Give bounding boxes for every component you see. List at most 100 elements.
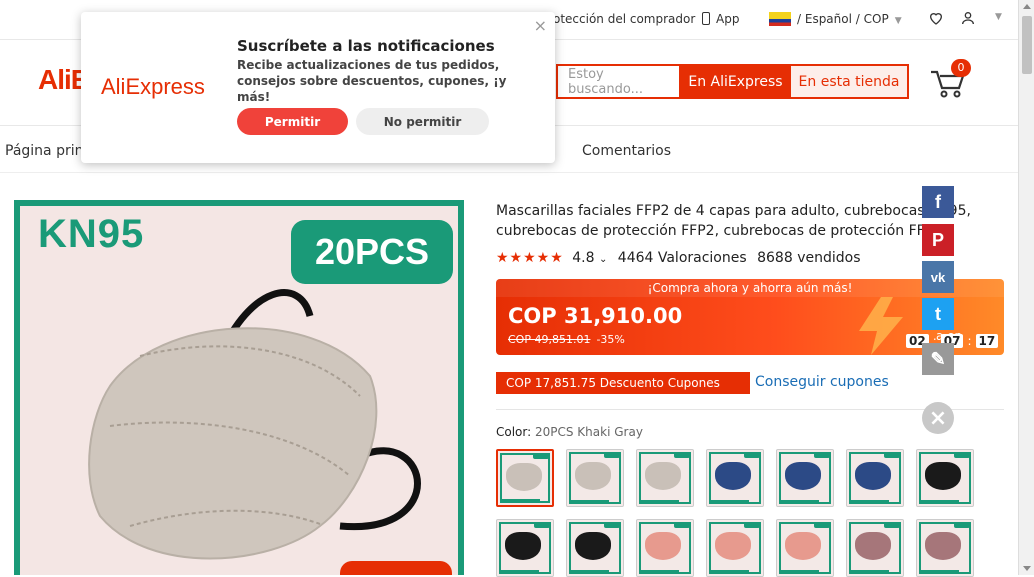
chevron-down-icon: ▼: [894, 16, 902, 26]
swatch-mask-thumbnail: [645, 532, 681, 560]
color-selected-value: 20PCS Khaki Gray: [534, 425, 643, 439]
image-red-tag: [340, 561, 452, 575]
twitter-share-icon[interactable]: t: [922, 298, 954, 330]
account-user-icon[interactable]: [960, 10, 976, 29]
swatch-pcs-badge: [604, 522, 620, 528]
image-kn95-label: KN95: [38, 212, 145, 256]
swatch-mask-thumbnail: [505, 532, 541, 560]
color-swatch[interactable]: [776, 449, 834, 507]
nav-reviews[interactable]: Comentarios: [582, 143, 671, 159]
swatch-mask-thumbnail: [715, 462, 751, 490]
swatch-mask-thumbnail: [645, 462, 681, 490]
popup-aliexpress-logo: AliExpress: [101, 74, 205, 99]
color-swatch[interactable]: [846, 449, 904, 507]
swatch-bottom-strip: [849, 570, 889, 574]
swatch-mask-thumbnail: [855, 462, 891, 490]
color-swatch[interactable]: [636, 449, 694, 507]
cart-count-badge: 0: [951, 59, 971, 77]
popup-close-icon[interactable]: ×: [534, 16, 547, 35]
sold-count: 8688 vendidos: [757, 250, 861, 266]
coupon-badge: COP 17,851.75 Descuento Cupones para ti: [496, 372, 750, 412]
facebook-share-icon[interactable]: f: [922, 186, 954, 218]
app-label: App: [716, 12, 740, 26]
scroll-thumb[interactable]: [1022, 16, 1032, 74]
swatch-pcs-badge: [884, 452, 900, 458]
pinterest-share-icon[interactable]: P: [922, 224, 954, 256]
rating-value[interactable]: 4.8: [572, 250, 594, 266]
colombia-flag-icon: [769, 12, 791, 26]
rating-row: ★★★★★ 4.8 ⌄ 4464 Valoraciones 8688 vendi…: [496, 250, 860, 266]
lightning-bolt-icon: [859, 297, 903, 355]
swatch-pcs-badge: [814, 522, 830, 528]
account-chevron-down-icon[interactable]: ▼: [995, 12, 1002, 22]
locale-selector[interactable]: / Español / COP ▼: [769, 12, 902, 26]
get-coupons-link[interactable]: Conseguir cupones: [755, 374, 889, 390]
swatch-bottom-strip: [569, 500, 609, 504]
swatch-bottom-strip: [919, 570, 959, 574]
edit-pencil-icon[interactable]: ✎: [922, 343, 954, 375]
swatch-pcs-badge: [674, 452, 690, 458]
mask-illustration: [88, 289, 421, 560]
swatch-bottom-strip: [709, 570, 749, 574]
popup-body: Recibe actualizaciones de tus pedidos, c…: [237, 58, 507, 104]
color-swatch[interactable]: [566, 449, 624, 507]
scroll-down-arrow-icon[interactable]: [1023, 566, 1031, 571]
color-label-text: Color:: [496, 425, 535, 439]
swatch-pcs-badge: [954, 452, 970, 458]
color-swatch[interactable]: [706, 519, 764, 577]
rating-stars: ★★★★★: [496, 250, 564, 266]
color-swatch[interactable]: [496, 519, 554, 577]
color-swatch[interactable]: [636, 519, 694, 577]
scroll-up-arrow-icon[interactable]: [1023, 4, 1031, 9]
reviews-count[interactable]: 4464 Valoraciones: [618, 250, 747, 266]
app-link[interactable]: App: [702, 12, 739, 26]
color-label: Color: 20PCS Khaki Gray: [496, 425, 643, 439]
allow-button[interactable]: Permitir: [237, 108, 348, 135]
wishlist-heart-icon[interactable]: [928, 10, 944, 29]
page-scrollbar[interactable]: [1018, 0, 1034, 575]
swatch-pcs-badge: [533, 453, 549, 459]
discount-percent: -35%: [596, 333, 625, 346]
swatch-pcs-badge: [744, 452, 760, 458]
swatch-bottom-strip: [569, 570, 609, 574]
swatch-mask-thumbnail: [715, 532, 751, 560]
swatch-pcs-badge: [674, 522, 690, 528]
swatch-mask-thumbnail: [925, 462, 961, 490]
locale-label: / Español /: [797, 12, 864, 26]
currency-label: COP: [863, 12, 889, 26]
search-store-button[interactable]: En esta tienda: [791, 64, 909, 99]
color-swatch[interactable]: [566, 519, 624, 577]
product-main-image[interactable]: KN95 20PCS: [14, 200, 464, 575]
swatch-bottom-strip: [919, 500, 959, 504]
buyer-protection-link[interactable]: otección del comprador: [553, 12, 695, 26]
swatch-pcs-badge: [534, 522, 550, 528]
swatch-mask-thumbnail: [785, 532, 821, 560]
search-aliexpress-button[interactable]: En AliExpress: [679, 64, 792, 99]
nav-home[interactable]: Página prin: [5, 143, 83, 159]
vk-share-icon[interactable]: vk: [922, 261, 954, 293]
swatch-pcs-badge: [604, 452, 620, 458]
current-price: COP 31,910.00: [508, 304, 683, 328]
swatch-bottom-strip: [779, 570, 819, 574]
price-old-row: COP 49,851.01 -35%: [508, 333, 625, 346]
swatch-bottom-strip: [709, 500, 749, 504]
swatch-bottom-strip: [779, 500, 819, 504]
swatch-pcs-badge: [814, 452, 830, 458]
swatch-mask-thumbnail: [575, 462, 611, 490]
color-swatch[interactable]: [916, 449, 974, 507]
color-swatch[interactable]: [846, 519, 904, 577]
swatch-bottom-strip: [639, 570, 679, 574]
swatch-pcs-badge: [884, 522, 900, 528]
swatch-mask-thumbnail: [575, 532, 611, 560]
color-swatch[interactable]: [496, 449, 554, 507]
close-share-icon[interactable]: ×: [922, 402, 954, 434]
image-pcs-label: 20PCS: [291, 220, 453, 284]
deny-button[interactable]: No permitir: [356, 108, 489, 135]
rating-chevron-icon[interactable]: ⌄: [599, 254, 607, 265]
color-swatch[interactable]: [776, 519, 834, 577]
swatch-mask-thumbnail: [925, 532, 961, 560]
search-input[interactable]: Estoy buscando...: [556, 64, 680, 99]
timer-seconds: 17: [975, 334, 999, 348]
color-swatch[interactable]: [706, 449, 764, 507]
color-swatch[interactable]: [916, 519, 974, 577]
